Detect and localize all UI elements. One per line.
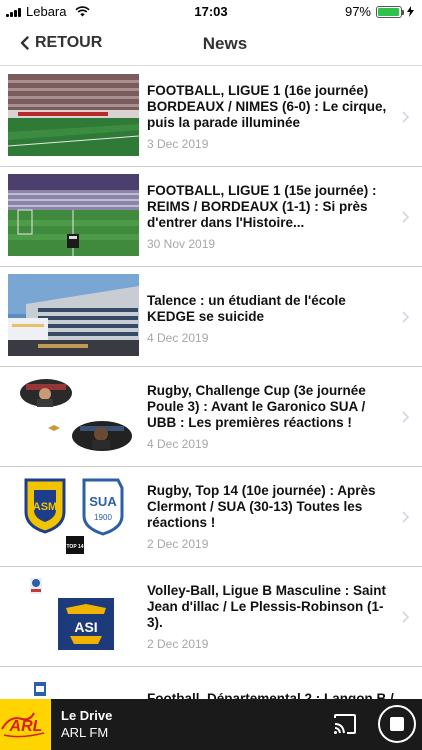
- charging-bolt-icon: [407, 6, 414, 17]
- news-date: 3 Dec 2019: [147, 137, 209, 151]
- news-item[interactable]: FOOTBALL, LIGUE 1 (16e journée) BORDEAUX…: [0, 67, 422, 167]
- news-list[interactable]: FOOTBALL, LIGUE 1 (16e journée) BORDEAUX…: [0, 67, 422, 699]
- news-text: FOOTBALL, LIGUE 1 (15e journée) : REIMS …: [147, 183, 395, 251]
- player-subtitle: ARL FM: [61, 725, 109, 740]
- navigation-bar: RETOUR News: [0, 22, 422, 66]
- chevron-right-icon: [402, 411, 410, 423]
- chevron-right-icon: [402, 211, 410, 223]
- news-text: Rugby, Top 14 (10e journée) : Après Cler…: [147, 483, 395, 551]
- battery-percent: 97%: [344, 4, 371, 19]
- player-text: Le Drive ARL FM: [61, 708, 112, 740]
- news-date: 4 Dec 2019: [147, 437, 209, 451]
- player-title: Le Drive: [61, 708, 113, 723]
- news-title: Talence : un étudiant de l'école KEDGE s…: [147, 293, 346, 324]
- news-thumbnail: [8, 74, 139, 156]
- news-text: Volley-Ball, Ligue B Masculine : Saint J…: [147, 583, 395, 651]
- news-text: Talence : un étudiant de l'école KEDGE s…: [147, 293, 395, 345]
- news-item[interactable]: ASI Volley-Ball, Ligue B Masculine : Sai…: [0, 567, 422, 667]
- news-text: Football, Départemental 2 : Langon B / .…: [147, 691, 395, 699]
- stop-icon: [390, 717, 404, 731]
- news-item[interactable]: ASM SUA 1900 TOP 14 Rugby, Top 14 (10e j…: [0, 467, 422, 567]
- news-text: Rugby, Challenge Cup (3e journée Poule 3…: [147, 383, 395, 451]
- news-thumbnail: [8, 274, 139, 356]
- news-date: 2 Dec 2019: [147, 637, 209, 651]
- news-item[interactable]: Talence : un étudiant de l'école KEDGE s…: [0, 267, 422, 367]
- cast-icon[interactable]: [333, 713, 357, 735]
- chevron-right-icon: [402, 311, 410, 323]
- news-title: Football, Départemental 2 : Langon B / .…: [147, 691, 394, 699]
- sua-logo-text: SUA: [89, 494, 117, 509]
- news-thumbnail: ASM SUA 1900 TOP 14: [8, 474, 139, 556]
- top14-logo-text: TOP 14: [66, 544, 83, 550]
- news-item[interactable]: FOOTBALL, LIGUE 1 (15e journée) : REIMS …: [0, 167, 422, 267]
- news-title: Rugby, Challenge Cup (3e journée Poule 3…: [147, 383, 366, 430]
- news-thumbnail: [8, 374, 139, 456]
- news-title: FOOTBALL, LIGUE 1 (16e journée) BORDEAUX…: [147, 83, 387, 130]
- status-bar: Lebara 17:03 97%: [0, 0, 422, 22]
- svg-text:ASM: ASM: [33, 501, 57, 513]
- battery-fill: [378, 7, 400, 16]
- player-bar[interactable]: ARL Le Drive ARL FM: [0, 699, 422, 750]
- news-title: Rugby, Top 14 (10e journée) : Après Cler…: [147, 483, 376, 530]
- news-date: 4 Dec 2019: [147, 331, 209, 345]
- stop-button[interactable]: [378, 705, 416, 743]
- news-item[interactable]: Rugby, Challenge Cup (3e journée Poule 3…: [0, 367, 422, 467]
- news-date: 30 Nov 2019: [147, 237, 216, 251]
- back-label: RETOUR: [35, 34, 103, 51]
- station-logo: ARL: [0, 699, 51, 750]
- news-title: Volley-Ball, Ligue B Masculine : Saint J…: [147, 583, 387, 630]
- news-thumbnail: ASI: [8, 574, 139, 656]
- chevron-right-icon: [402, 611, 410, 623]
- chevron-right-icon: [402, 111, 410, 123]
- news-item[interactable]: Football, Départemental 2 : Langon B / .…: [0, 667, 422, 699]
- asi-logo-text: ASI: [74, 619, 97, 635]
- news-date: 2 Dec 2019: [147, 537, 209, 551]
- news-thumbnail: [8, 174, 139, 256]
- chevron-right-icon: [402, 511, 410, 523]
- news-thumbnail: [8, 674, 139, 699]
- battery-icon: [376, 5, 404, 18]
- sua-logo-year: 1900: [94, 513, 112, 522]
- chevron-left-icon: [20, 36, 29, 50]
- page-title-text: News: [202, 34, 248, 53]
- news-text: FOOTBALL, LIGUE 1 (16e journée) BORDEAUX…: [147, 83, 395, 151]
- back-button[interactable]: RETOUR: [20, 34, 102, 52]
- status-right: 97%: [345, 4, 414, 19]
- station-logo-text: ARL: [9, 718, 43, 735]
- news-title: FOOTBALL, LIGUE 1 (15e journée) : REIMS …: [147, 183, 377, 230]
